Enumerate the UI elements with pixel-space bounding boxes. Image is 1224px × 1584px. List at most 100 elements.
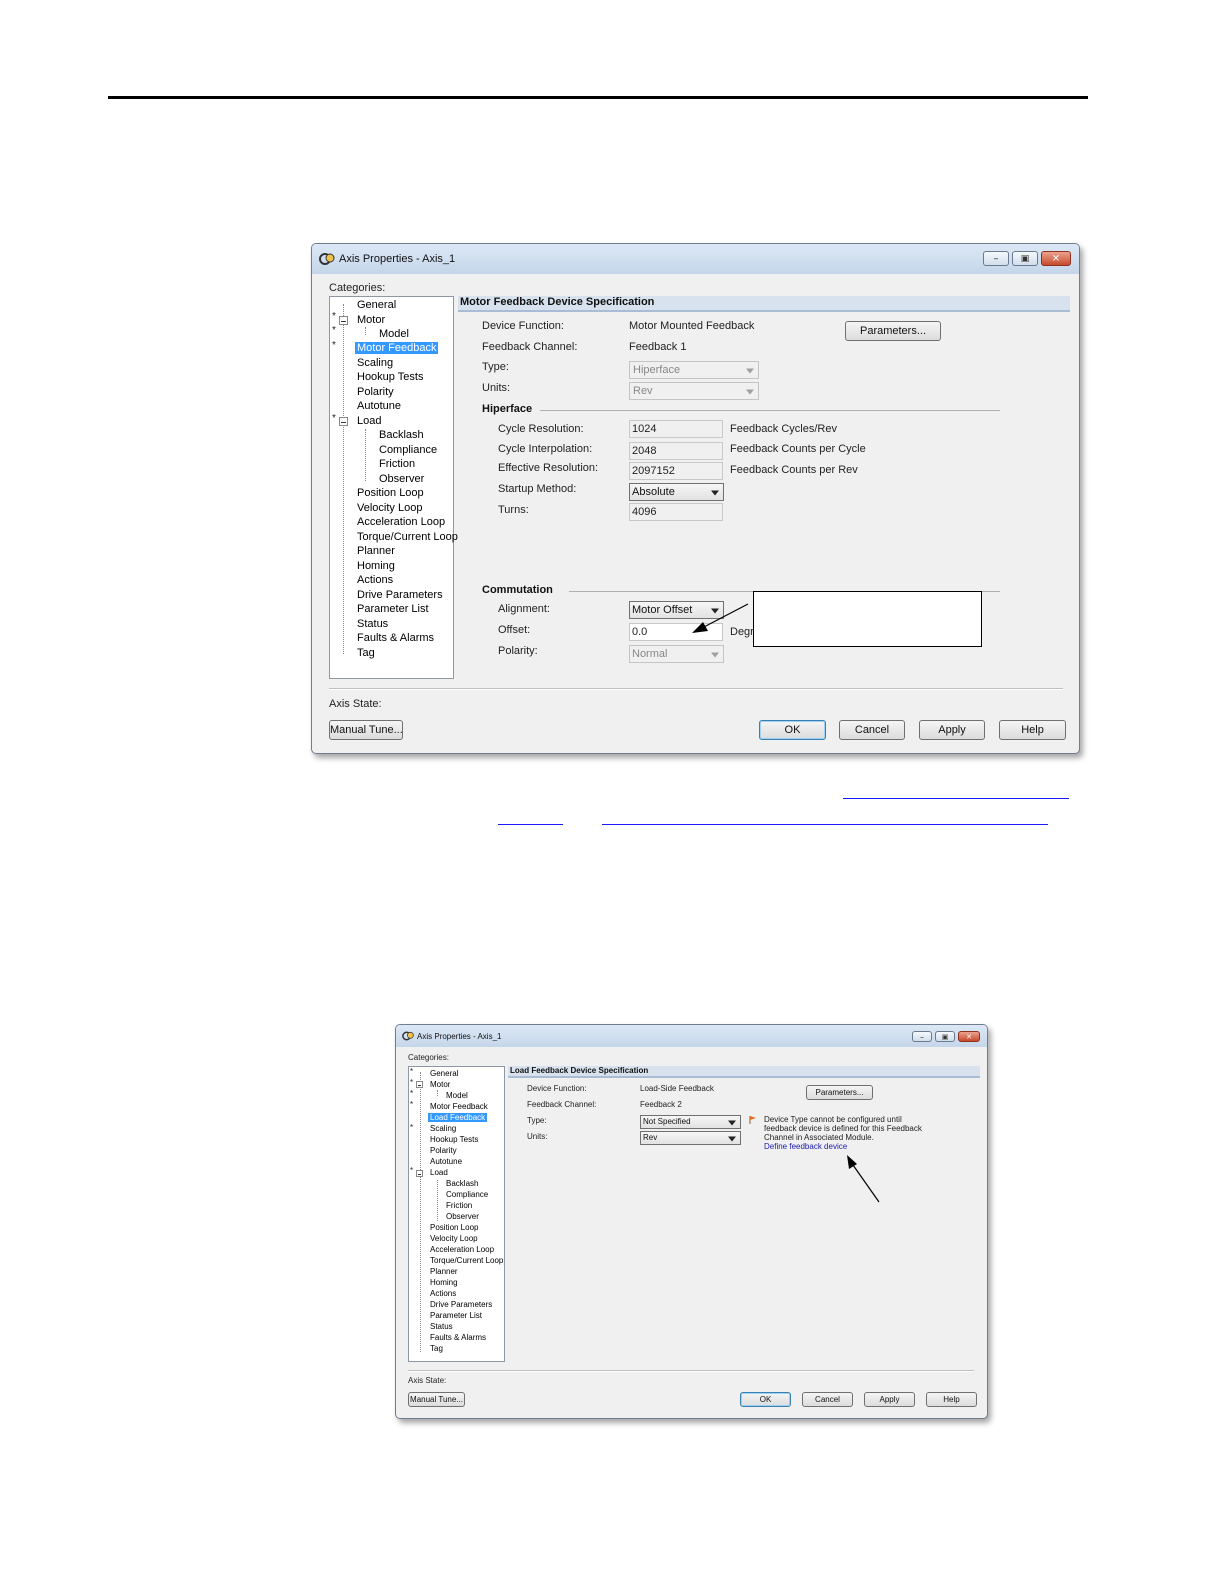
tree-item-load-feedback[interactable]: Load Feedback [428,1113,488,1122]
title-bar[interactable]: Axis Properties - Axis_1 – ▣ ✕ [396,1025,987,1047]
motor-collapse-icon[interactable] [339,316,348,325]
tree-item-autotune[interactable]: Autotune [357,400,401,412]
tree-item-tag[interactable]: Tag [357,647,375,659]
tree-item-load[interactable]: Load [357,415,381,427]
tree-item-tag[interactable]: Tag [430,1344,443,1353]
tree-item-observer[interactable]: Observer [379,473,424,485]
cycle-resolution-field: 1024 [629,420,723,438]
title-bar[interactable]: Axis Properties - Axis_1 – ▣ ✕ [312,244,1079,274]
tree-item-status[interactable]: Status [430,1322,453,1331]
categories-tree[interactable]: * * * * * * General Motor Model Motor Fe… [408,1066,505,1362]
tree-item-friction[interactable]: Friction [446,1201,472,1210]
units-select[interactable]: Rev [640,1131,741,1145]
tree-item-observer[interactable]: Observer [446,1212,479,1221]
offset-label: Offset: [498,624,531,636]
tree-item-compliance[interactable]: Compliance [379,444,437,456]
tree-item-homing[interactable]: Homing [430,1278,458,1287]
tree-item-actions[interactable]: Actions [430,1289,456,1298]
restore-button[interactable]: ▣ [935,1031,955,1042]
minimize-button[interactable]: – [912,1031,932,1042]
tree-item-compliance[interactable]: Compliance [446,1190,488,1199]
page-top-rule [108,96,1088,99]
tree-item-scaling[interactable]: Scaling [357,357,393,369]
tree-item-friction[interactable]: Friction [379,458,415,470]
tree-item-motor[interactable]: Motor [357,314,385,326]
parameters-button[interactable]: Parameters... [806,1085,873,1100]
tree-item-motor-feedback[interactable]: Motor Feedback [430,1102,488,1111]
turns-label: Turns: [498,504,529,516]
define-feedback-device-link[interactable]: Define feedback device [764,1142,847,1151]
manual-tune-button[interactable]: Manual Tune... [408,1392,465,1407]
tree-item-polarity[interactable]: Polarity [357,386,394,398]
polarity-select[interactable]: Normal [629,645,724,663]
cycle-interpolation-label: Cycle Interpolation: [498,443,593,455]
close-button[interactable]: ✕ [958,1031,980,1042]
minimize-icon: – [920,1031,924,1041]
alignment-select[interactable]: Motor Offset [629,601,724,619]
close-icon: ✕ [1051,252,1061,264]
type-select[interactable]: Not Specified [640,1115,741,1129]
tree-item-torque-current-loop[interactable]: Torque/Current Loop [357,531,458,543]
cancel-button[interactable]: Cancel [839,720,905,740]
tree-item-autotune[interactable]: Autotune [430,1157,462,1166]
apply-button[interactable]: Apply [919,720,985,740]
ok-button[interactable]: OK [740,1392,791,1407]
startup-method-select[interactable]: Absolute [629,483,724,501]
tree-item-model[interactable]: Model [379,328,409,340]
restore-button[interactable]: ▣ [1012,251,1038,266]
tree-item-position-loop[interactable]: Position Loop [357,487,424,499]
cancel-button[interactable]: Cancel [802,1392,853,1407]
tree-item-scaling[interactable]: Scaling [430,1124,456,1133]
categories-tree[interactable]: * * * * General Motor Model Motor Feedba… [329,296,458,679]
modified-star-icon: * [332,413,336,424]
tree-item-planner[interactable]: Planner [430,1267,458,1276]
commutation-group-title: Commutation [482,584,553,596]
load-collapse-icon[interactable] [339,417,348,426]
section-header: Motor Feedback Device Specification [458,296,1070,312]
tree-item-planner[interactable]: Planner [357,545,395,557]
startup-method-value: Absolute [632,486,675,498]
tree-item-load[interactable]: Load [430,1168,448,1177]
tree-item-velocity-loop[interactable]: Velocity Loop [357,502,422,514]
help-button[interactable]: Help [999,720,1066,740]
tree-item-hookup-tests[interactable]: Hookup Tests [357,371,423,383]
tree-item-polarity[interactable]: Polarity [430,1146,457,1155]
tree-item-backlash[interactable]: Backlash [446,1179,478,1188]
type-select[interactable]: Hiperface [629,361,759,379]
close-button[interactable]: ✕ [1041,251,1071,266]
tree-item-homing[interactable]: Homing [357,560,395,572]
tree-item-acceleration-loop[interactable]: Acceleration Loop [430,1245,494,1254]
tree-item-drive-parameters[interactable]: Drive Parameters [430,1300,492,1309]
units-select[interactable]: Rev [629,382,759,400]
tree-item-actions[interactable]: Actions [357,574,393,586]
tree-item-general[interactable]: General [430,1069,458,1078]
tree-item-position-loop[interactable]: Position Loop [430,1223,478,1232]
manual-tune-button[interactable]: Manual Tune... [329,720,403,740]
tree-item-drive-parameters[interactable]: Drive Parameters [357,589,443,601]
tree-item-faults-alarms[interactable]: Faults & Alarms [357,632,434,644]
ok-button[interactable]: OK [759,720,826,740]
tree-item-hookup-tests[interactable]: Hookup Tests [430,1135,478,1144]
link-underline [602,824,1048,825]
offset-field[interactable]: 0.0 [629,623,723,641]
parameters-button[interactable]: Parameters... [845,321,941,341]
device-function-label: Device Function: [527,1084,587,1093]
tree-item-velocity-loop[interactable]: Velocity Loop [430,1234,478,1243]
tree-item-model[interactable]: Model [446,1091,468,1100]
tree-item-parameter-list[interactable]: Parameter List [430,1311,482,1320]
tree-item-general[interactable]: General [357,299,396,311]
help-button[interactable]: Help [926,1392,977,1407]
tree-item-backlash[interactable]: Backlash [379,429,424,441]
tree-item-torque-current-loop[interactable]: Torque/Current Loop [430,1256,503,1265]
tree-item-faults-alarms[interactable]: Faults & Alarms [430,1333,486,1342]
tree-item-acceleration-loop[interactable]: Acceleration Loop [357,516,445,528]
tree-item-status[interactable]: Status [357,618,388,630]
tree-item-parameter-list[interactable]: Parameter List [357,603,429,615]
motor-collapse-icon[interactable] [416,1081,423,1088]
device-function-value: Motor Mounted Feedback [629,320,755,332]
apply-button[interactable]: Apply [864,1392,915,1407]
tree-item-motor[interactable]: Motor [430,1080,450,1089]
load-collapse-icon[interactable] [416,1170,423,1177]
tree-item-motor-feedback[interactable]: Motor Feedback [355,342,439,354]
minimize-button[interactable]: – [983,251,1009,266]
